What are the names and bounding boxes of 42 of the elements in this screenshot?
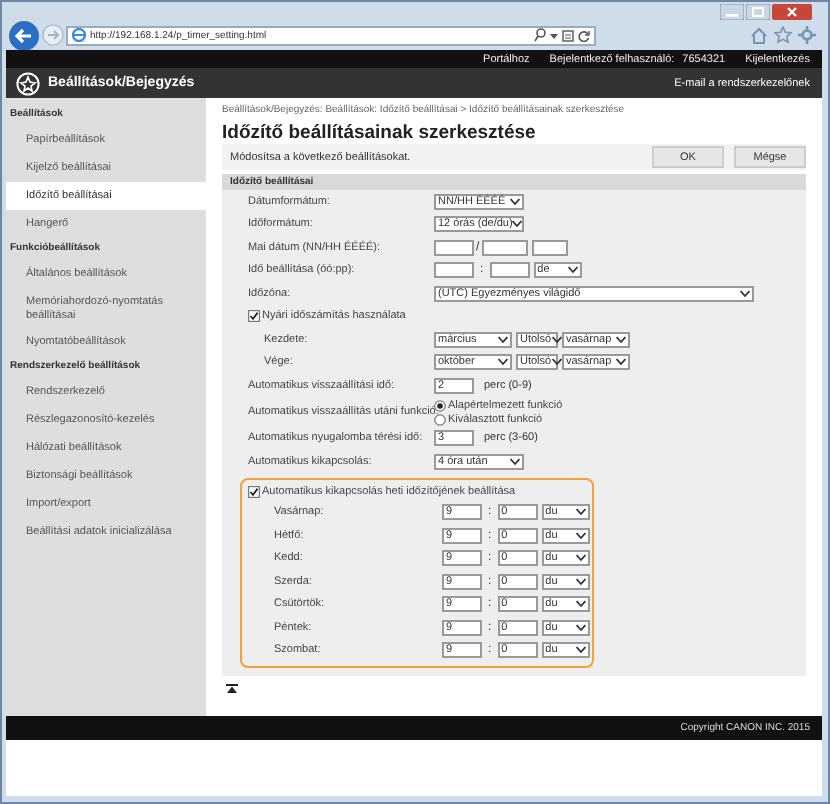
- input-field[interactable]: [434, 239, 474, 256]
- caret-icon: [498, 335, 508, 344]
- star-icon[interactable]: [774, 26, 792, 44]
- caret-icon: [616, 358, 626, 367]
- page-icon: [72, 28, 86, 42]
- caret-icon: [740, 289, 750, 298]
- caret-icon: [510, 457, 520, 466]
- compat-icon[interactable]: [562, 29, 574, 41]
- settings-icon[interactable]: [798, 26, 816, 44]
- caret-icon: [512, 220, 523, 229]
- checkbox[interactable]: [248, 310, 260, 323]
- page-title: Időzítő beállításainak szerkesztése: [222, 120, 538, 144]
- caret-icon: [575, 623, 586, 632]
- dropdown-icon[interactable]: [550, 29, 558, 41]
- input-field[interactable]: [531, 239, 568, 256]
- radio-button[interactable]: [434, 399, 446, 411]
- caret-icon: [575, 600, 586, 609]
- home-icon[interactable]: [750, 26, 768, 44]
- maximize-icon[interactable]: [746, 4, 770, 20]
- caret-icon: [498, 358, 508, 367]
- close-icon[interactable]: [772, 4, 812, 20]
- radio-button[interactable]: [434, 413, 446, 425]
- caret-icon: [575, 577, 586, 586]
- refresh-icon[interactable]: [578, 29, 590, 41]
- checkbox[interactable]: [248, 485, 260, 497]
- logo-icon: [16, 71, 40, 95]
- input-field[interactable]: [481, 239, 528, 256]
- caret-icon: [510, 197, 520, 206]
- input-field[interactable]: [489, 262, 530, 279]
- caret-icon: [616, 335, 626, 344]
- caret-icon: [551, 358, 562, 367]
- back-icon[interactable]: [8, 19, 40, 51]
- caret-icon: [575, 554, 586, 563]
- scroll-to-top-icon[interactable]: [226, 683, 238, 693]
- caret-icon: [567, 266, 578, 275]
- minimize-icon[interactable]: [720, 4, 744, 20]
- search-icon[interactable]: [534, 28, 546, 42]
- caret-icon: [575, 646, 586, 655]
- caret-icon: [575, 508, 586, 517]
- caret-icon: [551, 335, 562, 344]
- caret-icon: [575, 531, 586, 540]
- input-field[interactable]: [434, 262, 474, 279]
